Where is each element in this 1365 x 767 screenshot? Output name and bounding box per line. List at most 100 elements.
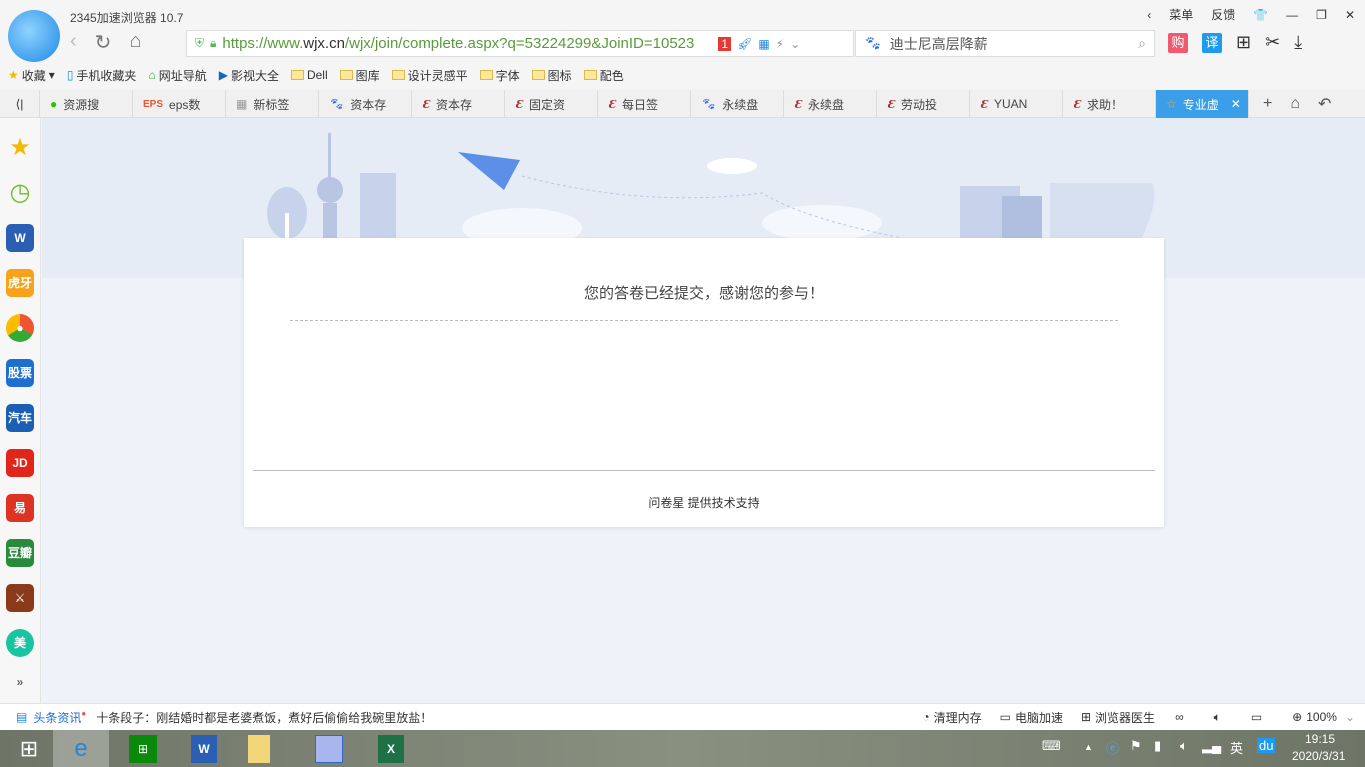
restore-button[interactable]: ❐ bbox=[1316, 8, 1327, 22]
search-icon[interactable]: ⌕ bbox=[1138, 35, 1146, 52]
favorites-star-icon[interactable]: ★ bbox=[6, 134, 34, 162]
tab[interactable]: Ɛ 永续盘 bbox=[784, 90, 877, 118]
more-icon[interactable]: » bbox=[6, 668, 34, 696]
doctor-button[interactable]: 浏览器医生 bbox=[1095, 709, 1155, 726]
news-label[interactable]: 头条资讯 bbox=[33, 709, 81, 726]
tab[interactable]: Ɛ 固定资 bbox=[505, 90, 598, 118]
sidebar-car[interactable]: 汽车 bbox=[6, 404, 34, 432]
collapse-icon[interactable]: ‹ bbox=[1147, 8, 1151, 22]
ime-indicator[interactable]: 英 bbox=[1230, 738, 1243, 757]
close-button[interactable]: ✕ bbox=[1345, 8, 1355, 22]
sidebar-jd[interactable]: JD bbox=[6, 449, 34, 477]
flag-icon[interactable]: ⚑ bbox=[1130, 738, 1142, 754]
clean-icon[interactable]: ⌂ bbox=[1290, 95, 1300, 113]
tab[interactable]: 🐾︎ 永续盘 bbox=[691, 90, 784, 118]
tab[interactable]: Ɛ 资本存 bbox=[412, 90, 505, 118]
word-doc-icon[interactable]: W bbox=[6, 224, 34, 252]
volume-icon[interactable]: 🔈︎ bbox=[1214, 710, 1221, 725]
sidebar-yi[interactable]: 易 bbox=[6, 494, 34, 522]
tab-active[interactable]: ☆ 专业虚 ✕ bbox=[1156, 90, 1249, 118]
qrcode-icon[interactable]: ▦ bbox=[758, 37, 769, 51]
undo-icon[interactable]: ↶ bbox=[1318, 94, 1331, 114]
support-text[interactable]: 问卷星 提供技术支持 bbox=[244, 494, 1164, 511]
tab[interactable]: 🐾︎ 资本存 bbox=[319, 90, 412, 118]
tab-count-icon[interactable]: 1 bbox=[718, 36, 732, 51]
window-icon[interactable]: ▭ bbox=[1251, 710, 1262, 724]
clock-time[interactable]: 19:15 bbox=[1305, 732, 1335, 746]
bookmark-icons[interactable]: 图标 bbox=[531, 67, 572, 84]
download-icon[interactable]: ⤓ bbox=[1294, 32, 1302, 53]
folder-icon bbox=[583, 70, 597, 80]
feedback-button[interactable]: 反馈 bbox=[1211, 6, 1235, 23]
collapse-sidebar-icon[interactable]: ⟨| bbox=[0, 90, 40, 117]
folder-taskbar-icon[interactable] bbox=[230, 730, 288, 767]
tab[interactable]: Ɛ 劳动投 bbox=[877, 90, 970, 118]
keyboard-icon[interactable]: ⌨ bbox=[1042, 738, 1061, 754]
url-text[interactable]: https://www.wjx.cn/wjx/join/complete.asp… bbox=[222, 35, 712, 52]
store-taskbar-icon[interactable]: ⊞ bbox=[114, 730, 172, 767]
power-icon[interactable]: ▮ bbox=[1154, 738, 1161, 754]
clean-memory-button[interactable]: 清理内存 bbox=[934, 709, 982, 726]
tab[interactable]: Ɛ 每日签 bbox=[598, 90, 691, 118]
bookmark-mobile[interactable]: ▯ 手机收藏夹 bbox=[67, 67, 137, 84]
bookmark-nav[interactable]: ⌂ 网址导航 bbox=[148, 67, 206, 84]
clock-icon[interactable]: ◷ bbox=[6, 179, 34, 207]
bell-icon[interactable]: ● bbox=[6, 314, 34, 342]
baidu-icon: 🐾︎ bbox=[701, 97, 717, 111]
app-taskbar-icon[interactable] bbox=[300, 730, 358, 767]
volume-tray-icon[interactable]: 🔈︎ bbox=[1180, 738, 1188, 754]
chevron-down-icon[interactable]: ⌄ bbox=[1345, 710, 1355, 724]
zoom-level[interactable]: 100% bbox=[1306, 710, 1337, 724]
word-taskbar-icon[interactable]: W bbox=[175, 730, 233, 767]
new-tab-icon[interactable]: + bbox=[1263, 95, 1272, 113]
tab[interactable]: ▦ 新标签 bbox=[226, 90, 319, 118]
start-button[interactable]: ⊞ bbox=[0, 730, 58, 767]
excel-taskbar-icon[interactable]: X bbox=[362, 730, 420, 767]
address-bar[interactable]: ⛨ 🔒︎ https://www.wjx.cn/wjx/join/complet… bbox=[186, 30, 854, 57]
refresh-icon[interactable]: ↻ bbox=[95, 30, 112, 55]
skin-icon[interactable]: 👕 bbox=[1253, 8, 1268, 22]
bookmark-gallery[interactable]: 图库 bbox=[339, 67, 380, 84]
baidu-ime-icon[interactable]: du bbox=[1257, 738, 1276, 753]
sidebar-huya[interactable]: 虎牙 bbox=[6, 269, 34, 297]
network-icon[interactable]: ▂▄ bbox=[1202, 738, 1221, 754]
rocket-icon[interactable]: 🚀︎ bbox=[737, 37, 752, 51]
bookmark-colors[interactable]: 配色 bbox=[583, 67, 624, 84]
speed-button[interactable]: 电脑加速 bbox=[1015, 709, 1063, 726]
tab[interactable]: ● 资源搜 bbox=[40, 90, 133, 118]
minimize-button[interactable]: — bbox=[1286, 8, 1298, 22]
ie-taskbar-icon[interactable]: e bbox=[53, 730, 109, 767]
sidebar-meituan[interactable]: 美 bbox=[6, 629, 34, 657]
bookmark-fonts[interactable]: 字体 bbox=[479, 67, 520, 84]
news-icon: ▤ bbox=[16, 710, 28, 724]
news-dot: ● bbox=[81, 708, 87, 718]
scissors-icon[interactable]: ✂ bbox=[1265, 32, 1280, 53]
tab[interactable]: EPS eps数 bbox=[133, 90, 226, 118]
tab[interactable]: Ɛ YUAN bbox=[970, 90, 1063, 118]
mask-icon[interactable]: ∞ bbox=[1175, 710, 1184, 724]
sidebar-douban[interactable]: 豆瓣 bbox=[6, 539, 34, 567]
apps-icon[interactable]: ⊞ bbox=[1236, 32, 1251, 53]
home-icon[interactable]: ⌂ bbox=[129, 30, 141, 55]
back-icon[interactable]: ‹ bbox=[70, 30, 77, 55]
game-icon[interactable]: ⚔ bbox=[6, 584, 34, 612]
close-tab-icon[interactable]: ✕ bbox=[1231, 97, 1241, 111]
tab[interactable]: Ɛ 求助！ bbox=[1063, 90, 1156, 118]
ie-tray-icon[interactable]: ⓔ bbox=[1106, 738, 1119, 757]
lightning-icon[interactable]: ⚡︎ bbox=[776, 37, 784, 51]
sidebar-stock[interactable]: 股票 bbox=[6, 359, 34, 387]
chevron-down-icon[interactable]: ⌄ bbox=[790, 37, 800, 51]
bookmark-video[interactable]: ▶ 影视大全 bbox=[219, 67, 279, 84]
phone-icon: ▯ bbox=[66, 68, 74, 82]
search-input[interactable]: 🐾︎ 迪士尼高层降薪 ⌕ bbox=[855, 30, 1155, 57]
bookmark-favorites[interactable]: ★ 收藏 ▾ bbox=[8, 67, 55, 84]
translate-button[interactable]: 译 bbox=[1202, 32, 1222, 53]
star-icon: ★ bbox=[8, 68, 19, 82]
tray-expand-icon[interactable]: ▲ bbox=[1084, 742, 1093, 752]
menu-button[interactable]: 菜单 bbox=[1169, 6, 1193, 23]
news-headline[interactable]: 十条段子：刚结婚时都是老婆煮饭，煮好后偷偷给我碗里放盐！ bbox=[96, 709, 432, 726]
clock-date[interactable]: 2020/3/31 bbox=[1292, 749, 1345, 763]
shop-button[interactable]: 购 bbox=[1168, 32, 1188, 53]
bookmark-dell[interactable]: Dell bbox=[290, 68, 328, 82]
bookmark-design[interactable]: 设计灵感平 bbox=[391, 67, 468, 84]
